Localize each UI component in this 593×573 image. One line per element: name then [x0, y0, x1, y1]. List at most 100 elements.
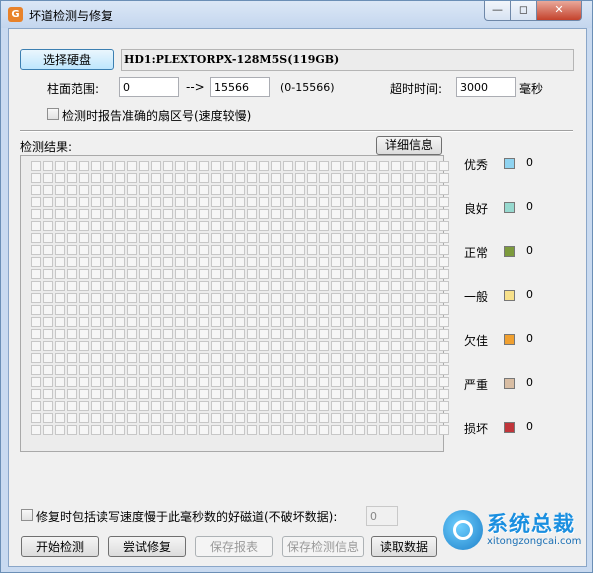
sector-cell — [439, 305, 449, 315]
sector-cell — [427, 257, 437, 267]
sector-cell — [331, 173, 341, 183]
sector-cell — [199, 209, 209, 219]
sector-cell — [55, 197, 65, 207]
title-bar[interactable]: G 坏道检测与修复 — ◻ ✕ — [1, 1, 592, 28]
sector-cell — [67, 377, 77, 387]
sector-cell — [115, 161, 125, 171]
sector-cell — [283, 305, 293, 315]
sector-cell — [355, 317, 365, 327]
sector-cell — [139, 233, 149, 243]
sector-cell — [175, 341, 185, 351]
sector-cell — [319, 233, 329, 243]
sector-cell — [31, 293, 41, 303]
sector-cell — [427, 221, 437, 231]
sector-cell — [175, 389, 185, 399]
sector-cell — [379, 389, 389, 399]
sector-cell — [211, 329, 221, 339]
sector-cell — [127, 281, 137, 291]
sector-cell — [319, 365, 329, 375]
sector-cell — [259, 161, 269, 171]
sector-cell — [199, 401, 209, 411]
sector-cell — [235, 377, 245, 387]
sector-cell — [103, 317, 113, 327]
close-button[interactable]: ✕ — [536, 1, 582, 21]
sector-cell — [355, 329, 365, 339]
sector-cell — [127, 317, 137, 327]
sector-cell — [391, 365, 401, 375]
sector-cell — [67, 221, 77, 231]
watermark-text: 系统总裁 — [487, 512, 575, 536]
sector-cell — [415, 197, 425, 207]
start-scan-button[interactable]: 开始检测 — [21, 536, 99, 557]
sector-cell — [259, 425, 269, 435]
sector-cell — [211, 413, 221, 423]
sector-cell — [199, 377, 209, 387]
sector-cell — [271, 401, 281, 411]
try-repair-button[interactable]: 尝试修复 — [108, 536, 186, 557]
sector-cell — [187, 245, 197, 255]
maximize-button[interactable]: ◻ — [510, 1, 537, 21]
sector-cell — [343, 413, 353, 423]
sector-cell — [283, 233, 293, 243]
sector-cell — [367, 281, 377, 291]
sector-cell — [91, 413, 101, 423]
legend-item: 良好 0 — [464, 200, 544, 216]
sector-cell — [307, 221, 317, 231]
sector-cell — [439, 329, 449, 339]
sector-cell — [187, 365, 197, 375]
sector-cell — [403, 329, 413, 339]
sector-cell — [175, 209, 185, 219]
read-data-button[interactable]: 读取数据 — [371, 536, 437, 557]
app-window: G 坏道检测与修复 — ◻ ✕ 选择硬盘 HD1:PLEXTORPX-128M5… — [0, 0, 593, 573]
sector-cell — [355, 221, 365, 231]
sector-cell — [379, 317, 389, 327]
cylinder-range-label: 柱面范围: — [47, 82, 100, 96]
sector-cell — [271, 221, 281, 231]
sector-cell — [91, 305, 101, 315]
sector-cell — [163, 425, 173, 435]
sector-cell — [403, 413, 413, 423]
sector-cell — [103, 281, 113, 291]
sector-cell — [427, 389, 437, 399]
sector-cell — [163, 281, 173, 291]
minimize-button[interactable]: — — [484, 1, 511, 21]
sector-cell — [439, 377, 449, 387]
sector-cell — [79, 161, 89, 171]
sector-cell — [127, 161, 137, 171]
sector-cell — [55, 317, 65, 327]
sector-cell — [355, 341, 365, 351]
sector-cell — [199, 173, 209, 183]
range-start-input[interactable]: 0 — [119, 77, 179, 97]
sector-cell — [391, 413, 401, 423]
select-disk-button[interactable]: 选择硬盘 — [20, 49, 114, 70]
save-report-button[interactable]: 保存报表 — [195, 536, 273, 557]
sector-cell — [115, 389, 125, 399]
sector-cell — [79, 257, 89, 267]
sector-cell — [271, 317, 281, 327]
sector-cell — [103, 209, 113, 219]
legend-item: 一般 0 — [464, 288, 544, 304]
sector-cell — [355, 281, 365, 291]
sector-cell — [427, 317, 437, 327]
sector-cell — [295, 197, 305, 207]
sector-cell — [151, 293, 161, 303]
detail-info-button[interactable]: 详细信息 — [376, 136, 442, 155]
report-sector-checkbox[interactable] — [47, 108, 59, 120]
sector-cell — [43, 353, 53, 363]
range-end-input[interactable]: 15566 — [210, 77, 270, 97]
sector-cell — [223, 377, 233, 387]
sector-cell — [187, 197, 197, 207]
sector-cell — [427, 269, 437, 279]
repair-slow-checkbox[interactable] — [21, 509, 33, 521]
save-info-button[interactable]: 保存检测信息 — [282, 536, 364, 557]
sector-cell — [307, 317, 317, 327]
sector-cell — [163, 341, 173, 351]
sector-cell — [295, 305, 305, 315]
repair-slow-input[interactable]: 0 — [366, 506, 398, 526]
sector-cell — [319, 197, 329, 207]
timeout-input[interactable]: 3000 — [456, 77, 516, 97]
sector-cell — [343, 197, 353, 207]
sector-cell — [163, 257, 173, 267]
sector-cell — [91, 233, 101, 243]
sector-cell — [175, 161, 185, 171]
